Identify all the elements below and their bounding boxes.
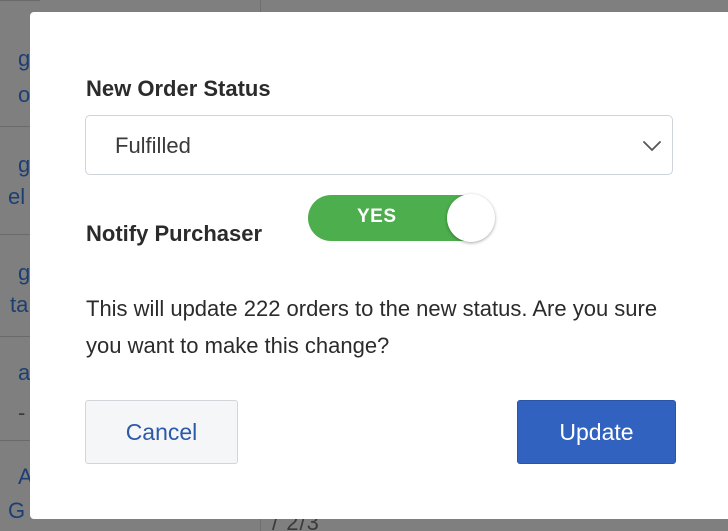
background-text-fragment: ta	[10, 292, 29, 317]
background-text-fragment: g	[18, 260, 31, 285]
bulk-status-modal: New Order Status Fulfilled Notify Purcha…	[30, 12, 728, 519]
order-status-selected-value: Fulfilled	[115, 133, 191, 158]
background-text-fragment: g	[18, 152, 31, 177]
background-text-fragment: a	[18, 360, 31, 385]
order-status-select[interactable]: Fulfilled	[85, 115, 673, 175]
background-text-fragment: el	[8, 184, 26, 209]
notify-purchaser-toggle[interactable]: YES	[308, 194, 495, 242]
toggle-knob[interactable]	[447, 194, 495, 242]
background-text-fragment: -	[18, 400, 26, 425]
cancel-button[interactable]: Cancel	[85, 400, 238, 464]
update-button[interactable]: Update	[517, 400, 676, 464]
new-order-status-label: New Order Status	[86, 76, 271, 101]
background-text-fragment: g	[18, 46, 31, 71]
background-text-fragment: G	[8, 498, 26, 523]
chevron-down-icon	[643, 141, 661, 151]
background-row	[0, 0, 40, 1]
background-text-fragment: o	[18, 82, 31, 107]
toggle-state-text: YES	[357, 206, 397, 227]
confirmation-message: This will update 222 orders to the new s…	[86, 296, 658, 358]
notify-purchaser-label: Notify Purchaser	[86, 221, 263, 246]
